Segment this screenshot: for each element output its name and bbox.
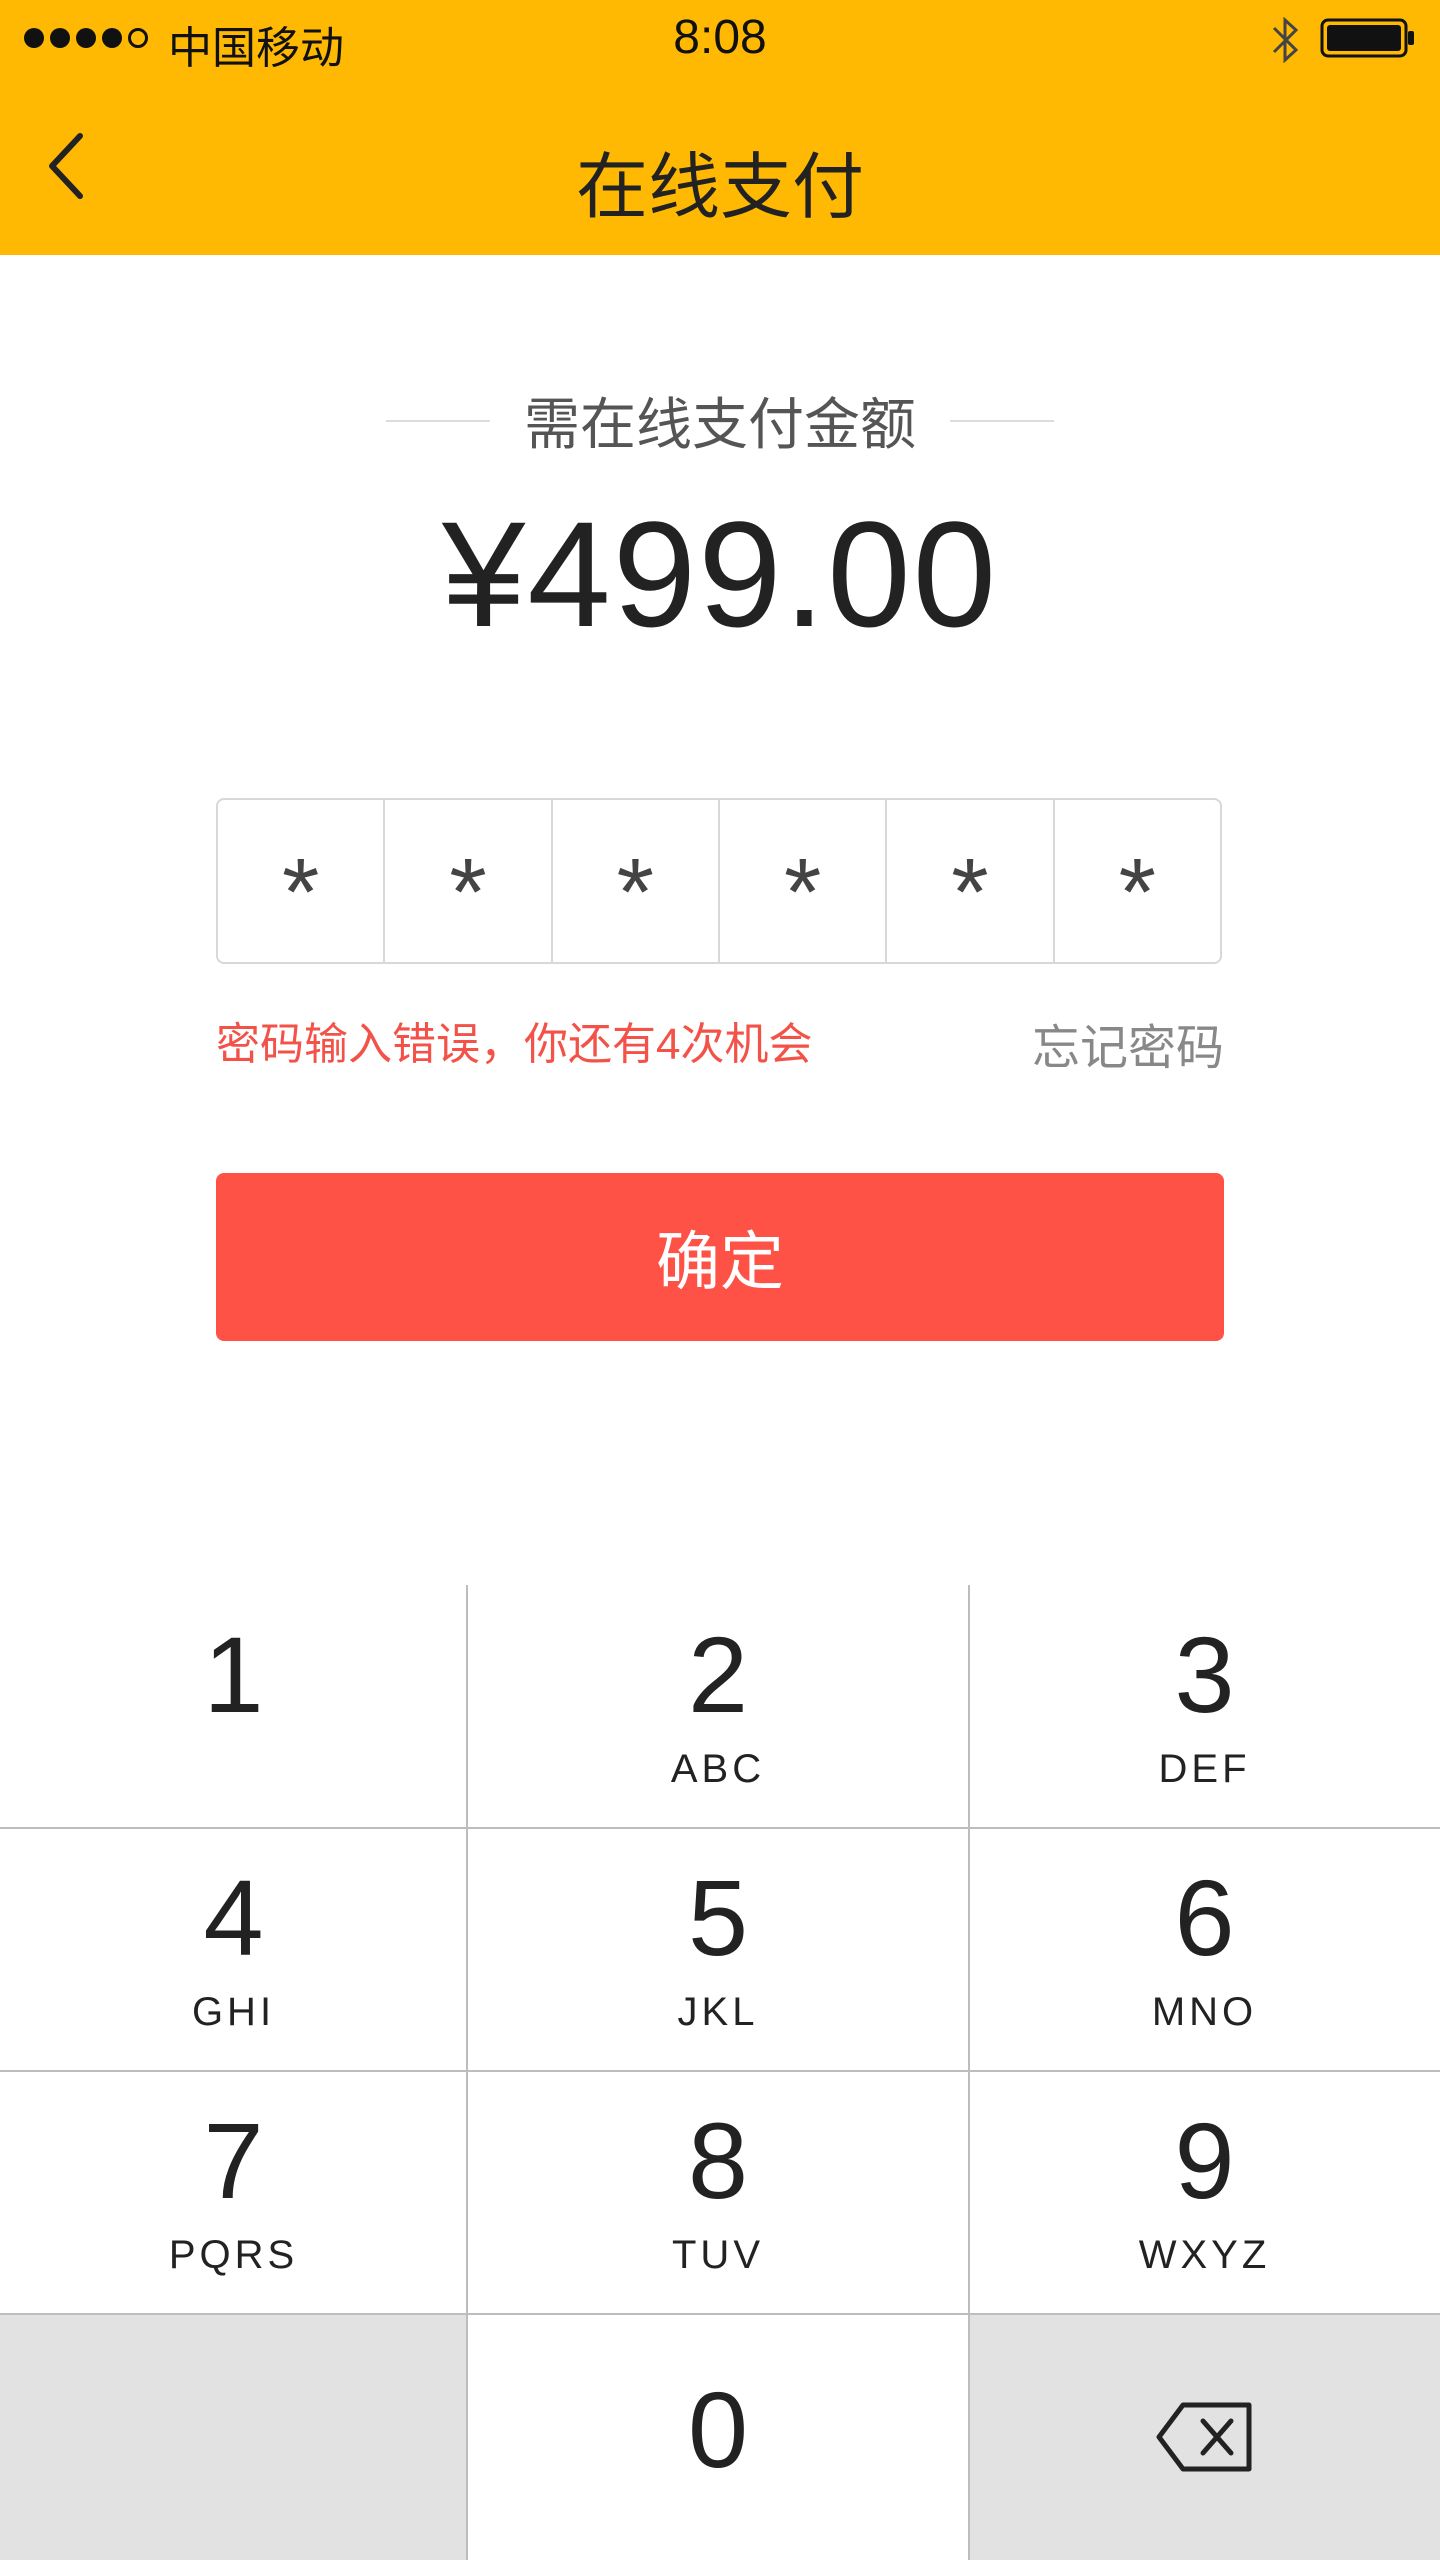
key-letters: DEF	[1158, 1747, 1251, 1791]
key-4[interactable]: 4 GHI	[0, 1828, 467, 2071]
key-letters: JKL	[677, 1990, 759, 2034]
delete-key[interactable]	[969, 2314, 1440, 2560]
keypad-divider	[0, 2313, 1440, 2315]
key-letters: PQRS	[168, 2233, 299, 2277]
key-8[interactable]: 8 TUV	[467, 2071, 969, 2314]
key-blank	[0, 2314, 467, 2560]
battery-icon	[1320, 18, 1414, 58]
key-5[interactable]: 5 JKL	[467, 1828, 969, 2071]
password-digit-cell: *	[887, 800, 1055, 962]
status-time: 8:08	[673, 11, 767, 64]
keypad-divider	[0, 1827, 1440, 1829]
key-7[interactable]: 7 PQRS	[0, 2071, 467, 2314]
key-digit: 7	[203, 2100, 264, 2221]
keypad-divider	[968, 1585, 970, 2560]
key-digit: 3	[1174, 1614, 1235, 1735]
amount-label-row: 需在线支付金额	[0, 380, 1440, 461]
key-digit: 6	[1174, 1857, 1235, 1978]
amount-label: 需在线支付金额	[524, 393, 916, 456]
confirm-button[interactable]: 确定	[216, 1173, 1224, 1341]
key-digit: 1	[203, 1614, 264, 1735]
key-digit: 8	[687, 2100, 749, 2221]
password-digit-cell: *	[720, 800, 888, 962]
password-digit-cell: *	[218, 800, 386, 962]
password-digit-cell: *	[1118, 839, 1156, 946]
password-digit-cell: *	[385, 800, 553, 962]
key-6[interactable]: 6 MNO	[969, 1828, 1440, 2071]
key-letters: ABC	[670, 1747, 766, 1791]
payment-amount: ¥499.00	[441, 490, 999, 658]
page-title: 在线支付	[575, 148, 864, 228]
header-bar: 中国移动 8:08 在线支付	[0, 0, 1440, 255]
key-9[interactable]: 9 WXYZ	[969, 2071, 1440, 2314]
password-digit-cell: *	[553, 800, 720, 962]
password-input[interactable]: * * * * * *	[216, 798, 1222, 964]
backspace-icon	[1156, 2402, 1251, 2472]
forgot-password-link[interactable]: 忘记密码	[1032, 1008, 1224, 1078]
keypad-divider	[0, 2070, 1440, 2072]
key-digit: 2	[687, 1614, 749, 1735]
key-digit: 9	[1174, 2100, 1235, 2221]
keypad-divider	[466, 1585, 468, 2560]
key-letters: TUV	[672, 2233, 764, 2277]
key-3[interactable]: 3 DEF	[969, 1585, 1440, 1828]
bluetooth-icon	[1272, 16, 1299, 64]
password-error-message: 密码输入错误，你还有4次机会	[216, 1020, 813, 1069]
key-1[interactable]: 1	[0, 1585, 467, 1828]
key-letters: GHI	[191, 1990, 276, 2034]
key-letters: WXYZ	[1138, 2233, 1271, 2277]
key-digit: 0	[687, 2369, 749, 2490]
numeric-keypad: 1 2 ABC 3 DEF 4 GHI 5 JKL 6 MNO 7 PQRS 8…	[0, 1585, 1440, 2560]
status-bar: 中国移动 8:08	[0, 0, 1440, 80]
key-0[interactable]: 0	[467, 2314, 969, 2560]
key-digit: 4	[203, 1857, 264, 1978]
key-digit: 5	[687, 1857, 749, 1978]
key-letters: MNO	[1151, 1990, 1258, 2034]
key-2[interactable]: 2 ABC	[467, 1585, 969, 1828]
